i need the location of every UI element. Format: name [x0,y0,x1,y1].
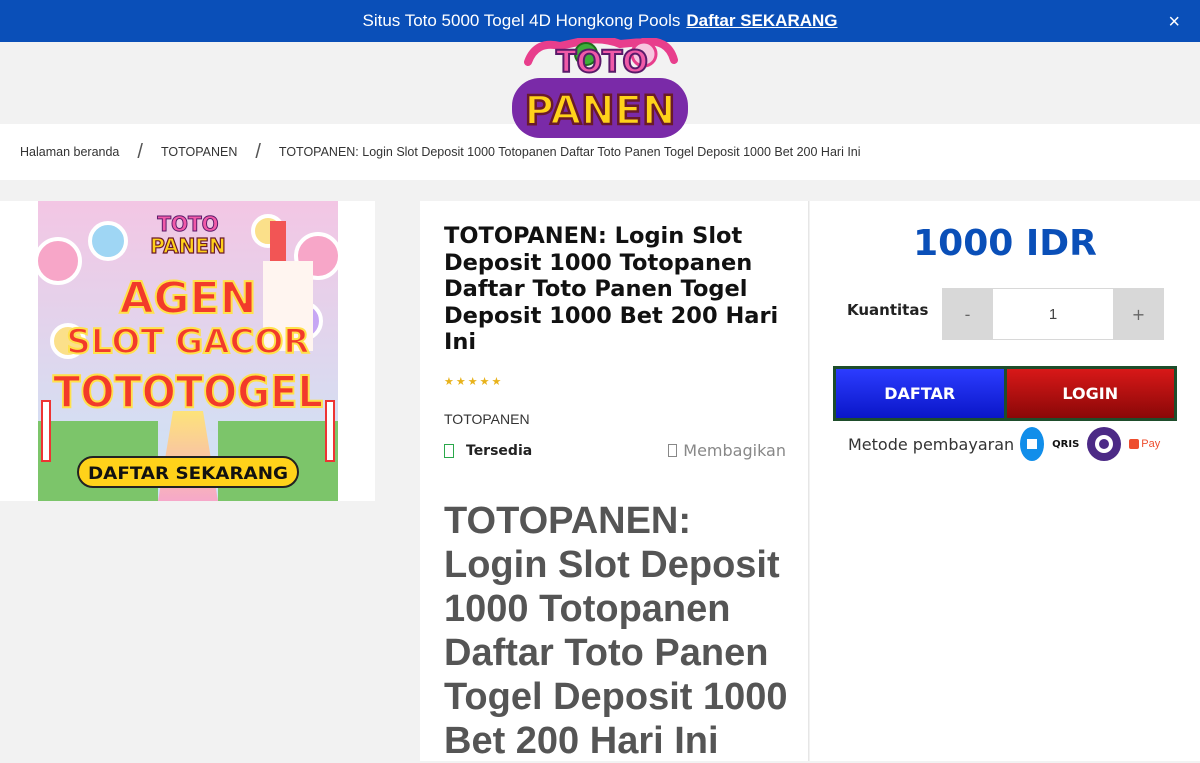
increment-button[interactable]: + [1113,288,1164,340]
payment-icons: QRIS Pay [1020,427,1160,461]
share-icon [668,444,678,457]
rating-stars-icon: ★★★★★ [444,375,504,388]
banner-logo-bottom: PANEN [150,234,225,258]
product-image-panel: TOTO PANEN AGEN SLOT GACOR TOTOTOGEL DAF… [0,201,375,501]
price: 1000 IDR [913,223,1097,264]
logo-text-bottom: PANEN [525,88,676,134]
announcement-text: Situs Toto 5000 Togel 4D Hongkong Pools [362,11,681,30]
close-icon[interactable]: × [1168,12,1180,32]
payment-methods: Metode pembayaran QRIS Pay [848,427,1160,461]
breadcrumb-current: TOTOPANEN: Login Slot Deposit 1000 Totop… [278,145,861,159]
breadcrumb-separator: / [137,140,143,163]
banner-cta: DAFTAR SEKARANG [88,464,288,484]
announcement-register-link[interactable]: Daftar SEKARANG [686,11,837,31]
qris-icon: QRIS [1052,438,1080,450]
announcement-bar: Situs Toto 5000 Togel 4D Hongkong Pools … [0,0,1200,42]
banner-headline-3: TOTOTOGEL [53,367,323,418]
quantity-label: Kuantitas [847,301,929,319]
stock-label: Tersedia [466,443,533,459]
ovo-icon [1087,427,1122,461]
shopeepay-icon: Pay [1129,438,1160,450]
quantity-stepper: - 1 + [942,288,1164,340]
product-info-panel: TOTOPANEN: Login Slot Deposit 1000 Totop… [420,201,809,762]
action-buttons: DAFTAR LOGIN [833,366,1177,421]
check-icon [444,444,454,458]
stock-status: Tersedia [444,443,532,459]
register-button[interactable]: DAFTAR [836,369,1004,418]
breadcrumb-separator: / [255,140,261,163]
banner-logo-top: TOTO [157,212,218,236]
product-brand[interactable]: TOTOPANEN [444,411,530,427]
breadcrumb-category[interactable]: TOTOPANEN [161,145,237,159]
product-title: TOTOPANEN: Login Slot Deposit 1000 Totop… [444,223,779,355]
quantity-input[interactable]: 1 [993,288,1113,340]
payment-label: Metode pembayaran [848,434,1015,454]
login-button[interactable]: LOGIN [1006,369,1174,418]
product-banner-image[interactable]: TOTO PANEN AGEN SLOT GACOR TOTOTOGEL DAF… [38,201,338,501]
site-logo[interactable]: TOTO PANEN [508,38,692,146]
breadcrumb-home[interactable]: Halaman beranda [20,145,119,159]
logo-text-top: TOTO [556,45,648,80]
share-button[interactable]: Membagikan [668,441,786,460]
banner-headline-1: AGEN [119,273,256,324]
share-label: Membagikan [683,441,786,460]
dana-icon [1020,427,1045,461]
decrement-button[interactable]: - [942,288,993,340]
shopeepay-text: Pay [1141,438,1161,450]
description-heading: TOTOPANEN: Login Slot Deposit 1000 Totop… [444,500,788,762]
purchase-panel: 1000 IDR Kuantitas - 1 + DAFTAR LOGIN Me… [810,201,1200,761]
banner-headline-2: SLOT GACOR [66,322,309,362]
